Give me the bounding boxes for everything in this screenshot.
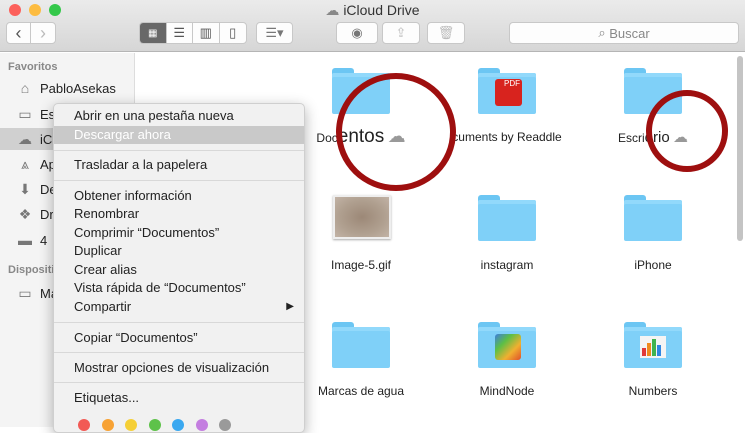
arrange-menu-icon[interactable]: ☰▾	[256, 22, 293, 44]
back-button[interactable]: ‹	[7, 23, 32, 43]
file-mindnode[interactable]: MindNode	[437, 322, 577, 402]
file-iphone[interactable]: iPhone	[583, 195, 723, 275]
submenu-arrow-icon: ▶	[286, 301, 294, 312]
menu-item-rename[interactable]: Renombrar	[54, 205, 304, 223]
menu-item-share[interactable]: Compartir ▶	[54, 298, 304, 316]
menu-item-tags[interactable]: Etiquetas...	[54, 389, 304, 407]
window-title: ☁ iCloud Drive	[325, 2, 420, 18]
sidebar-item-home[interactable]: ⌂ PabloAsekas	[0, 77, 135, 99]
image-thumbnail	[333, 195, 391, 239]
view-mode-control: ▦ ☰ ▥ ▯	[139, 22, 247, 44]
annotation-circle	[336, 73, 456, 191]
dropbox-icon: ❖	[18, 205, 32, 222]
menu-separator	[54, 382, 304, 383]
menu-item-quick-look[interactable]: Vista rápida de “Documentos”	[54, 279, 304, 297]
menu-item-get-info[interactable]: Obtener información	[54, 187, 304, 205]
menu-item-download-now[interactable]: Descargar ahora	[54, 126, 304, 144]
file-image-5-gif[interactable]: Image-5.gif	[291, 195, 431, 275]
menu-item-move-to-trash[interactable]: Trasladar a la papelera	[54, 156, 304, 174]
file-documents-by-readdle[interactable]: PDF cuments by Readdle	[437, 68, 577, 148]
tag-blue[interactable]	[172, 419, 184, 431]
menu-separator	[54, 352, 304, 353]
cloud-icon: ☁	[325, 2, 344, 18]
file-numbers[interactable]: Numbers	[583, 322, 723, 402]
nav-buttons: ‹ ›	[6, 22, 56, 44]
tag-green[interactable]	[149, 419, 161, 431]
file-name: instagram	[480, 258, 534, 272]
home-icon: ⌂	[20, 80, 30, 96]
search-input[interactable]: ⌕ Buscar	[509, 22, 739, 44]
laptop-icon: ▭	[18, 284, 32, 301]
file-instagram[interactable]: instagram	[437, 195, 577, 275]
sidebar-header-devices: Dispositi	[8, 264, 55, 276]
folder-app-icon	[478, 322, 536, 368]
sidebar-header-favoritos: Favoritos	[8, 61, 58, 73]
download-icon: ⬇	[19, 180, 31, 197]
column-view-icon[interactable]: ▥	[193, 23, 220, 43]
file-marcas-de-agua[interactable]: Marcas de agua	[291, 322, 431, 402]
annotation-circle	[646, 90, 728, 172]
cloud-icon: ☁	[18, 130, 32, 147]
file-name: cuments by Readdle	[452, 130, 562, 144]
folder-app-icon	[624, 322, 682, 368]
list-view-icon[interactable]: ☰	[167, 23, 193, 43]
file-name: Marcas de agua	[317, 384, 405, 398]
folder-icon: ▬	[18, 232, 32, 248]
file-name: MindNode	[479, 384, 535, 398]
trash-icon[interactable]: 🗑	[427, 22, 465, 44]
coverflow-view-icon[interactable]: ▯	[220, 23, 246, 43]
menu-item-show-view-options[interactable]: Mostrar opciones de visualización	[54, 359, 304, 377]
folder-icon	[624, 195, 682, 241]
scrollbar[interactable]	[737, 56, 743, 241]
menu-item-duplicate[interactable]: Duplicar	[54, 242, 304, 260]
folder-pdf-icon: PDF	[478, 68, 536, 114]
file-name: Numbers	[628, 384, 678, 398]
tag-gray[interactable]	[219, 419, 231, 431]
tag-orange[interactable]	[102, 419, 114, 431]
share-icon[interactable]: ⇪	[382, 22, 420, 44]
menu-item-compress[interactable]: Comprimir “Documentos”	[54, 224, 304, 242]
pdf-app-icon: PDF	[495, 79, 522, 106]
applications-icon: ⩓	[21, 155, 29, 172]
menu-item-open-new-tab[interactable]: Abrir en una pestaña nueva	[54, 107, 304, 125]
desktop-icon: ▭	[18, 105, 32, 122]
folder-icon	[332, 322, 390, 368]
tag-yellow[interactable]	[125, 419, 137, 431]
numbers-app-icon	[640, 336, 666, 358]
file-name: Image-5.gif	[330, 258, 392, 272]
context-menu: Abrir en una pestaña nueva Descargar aho…	[53, 103, 305, 433]
tag-red[interactable]	[78, 419, 90, 431]
file-name: Escri	[617, 131, 645, 145]
folder-icon	[478, 195, 536, 241]
title-bar: ☁ iCloud Drive ‹ › ▦ ☰ ▥ ▯ ☰▾ ◉ ⇪ 🗑 ⌕ Bu…	[0, 0, 745, 52]
file-name: Doc	[316, 131, 338, 145]
magnifier-icon: ⌕	[598, 25, 610, 40]
mindnode-app-icon	[495, 334, 521, 360]
quicklook-eye-icon[interactable]: ◉	[336, 22, 378, 44]
tag-purple[interactable]	[196, 419, 208, 431]
menu-separator	[54, 180, 304, 181]
file-name: iPhone	[634, 258, 672, 272]
menu-separator	[54, 150, 304, 151]
forward-button[interactable]: ›	[31, 23, 55, 43]
menu-separator	[54, 322, 304, 323]
menu-item-make-alias[interactable]: Crear alias	[54, 261, 304, 279]
icon-view-icon[interactable]: ▦	[140, 23, 167, 43]
menu-item-copy[interactable]: Copiar “Documentos”	[54, 329, 304, 347]
